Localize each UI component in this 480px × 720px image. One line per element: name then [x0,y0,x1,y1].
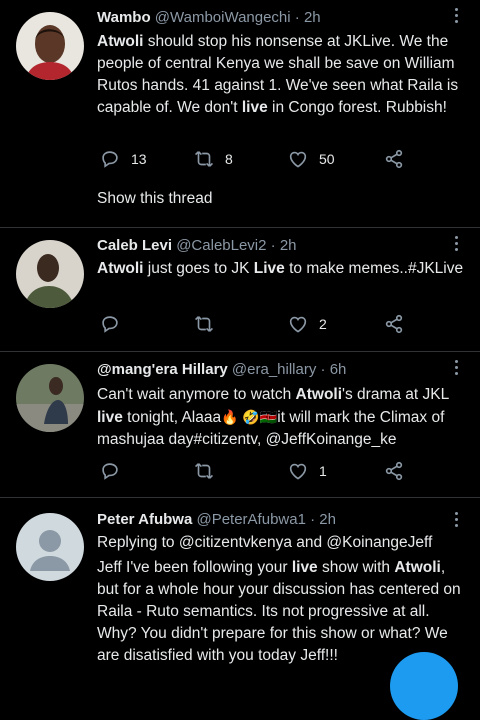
text-run: Can't wait anymore to watch [97,386,296,403]
share-button[interactable] [383,460,405,482]
like-button[interactable]: 50 [287,148,335,170]
like-icon [287,148,309,170]
text-highlight: live [291,559,318,576]
tweet[interactable]: Peter Afubwa @PeterAfubwa1 · 2h Replying… [0,498,480,669]
share-button[interactable] [383,148,405,170]
compose-tweet-button[interactable] [390,652,458,720]
timestamp[interactable]: · 2h [271,237,297,254]
retweet-button[interactable] [193,460,225,482]
emoji: 🔥 🤣🇰🇪 [221,409,278,425]
retweet-button[interactable]: 8 [193,148,233,170]
author-handle[interactable]: @era_hillary [232,361,316,378]
like-count: 1 [319,463,327,479]
reply-icon [99,148,121,170]
tweet-header: Wambo @WamboiWangechi · 2h [97,9,321,27]
tweet-text: Jeff I've been following your live show … [97,557,469,667]
more-icon[interactable] [454,236,460,254]
replying-to[interactable]: Replying to @citizentvkenya and @Koinang… [97,532,469,554]
text-highlight: Atwoli [394,559,441,576]
text-highlight: Atwoli [295,386,343,403]
retweet-button[interactable] [193,313,225,335]
reply-button[interactable] [99,313,131,335]
tweet-header: Caleb Levi @CalebLevi2 · 2h [97,237,297,255]
like-button[interactable]: 2 [287,313,327,335]
avatar[interactable] [16,12,84,80]
like-count: 2 [319,316,327,332]
author-name[interactable]: Caleb Levi [97,237,172,254]
timestamp[interactable]: · 6h [321,361,347,378]
share-icon [383,148,405,170]
more-icon[interactable] [454,8,460,26]
text-run: tonight, Alaaa [122,409,222,426]
text-run: in Congo forest. Rubbish! [267,99,447,116]
tweet[interactable]: Caleb Levi @CalebLevi2 · 2h Atwoli just … [0,228,480,352]
avatar-image [16,240,84,308]
author-handle[interactable]: @WamboiWangechi [155,9,291,26]
text-run: 's drama at JKL [342,386,449,403]
text-run: to make memes..#JKLive [284,260,464,277]
tweet-text: Atwoli should stop his nonsense at JKLiv… [97,31,469,119]
reply-icon [99,313,121,335]
timestamp[interactable]: · 2h [295,9,321,26]
share-button[interactable] [383,313,405,335]
tweet-text: Atwoli just goes to JK Live to make meme… [97,258,469,280]
author-name[interactable]: Wambo [97,9,151,26]
like-button[interactable]: 1 [287,460,327,482]
tweet[interactable]: @mang'era Hillary @era_hillary · 6h Can'… [0,352,480,498]
like-icon [287,460,309,482]
avatar[interactable] [16,513,84,581]
retweet-icon [193,460,215,482]
show-thread-link[interactable]: Show this thread [97,190,212,208]
text-run: show with [317,559,395,576]
tweet-actions: 2 [97,313,417,335]
tweet-actions: 1 [97,460,417,482]
tweet-header: Peter Afubwa @PeterAfubwa1 · 2h [97,511,336,529]
author-name[interactable]: @mang'era Hillary [97,361,228,378]
share-icon [383,313,405,335]
tweet-header: @mang'era Hillary @era_hillary · 6h [97,361,346,379]
text-highlight: Atwoli [97,260,144,277]
author-name[interactable]: Peter Afubwa [97,511,192,528]
retweet-count: 8 [225,151,233,167]
tweet-text: Can't wait anymore to watch Atwoli's dra… [97,384,469,451]
default-avatar-icon [16,513,84,581]
avatar-image [16,364,84,432]
text-highlight: live [97,409,123,426]
tweet-actions: 13 8 50 [97,148,417,170]
reply-button[interactable] [99,460,131,482]
share-icon [383,460,405,482]
tweet[interactable]: Wambo @WamboiWangechi · 2h Atwoli should… [0,0,480,228]
author-handle[interactable]: @CalebLevi2 [176,237,266,254]
text-highlight: live [241,99,268,116]
avatar[interactable] [16,364,84,432]
timestamp[interactable]: · 2h [310,511,336,528]
like-icon [287,313,309,335]
text-highlight: Live [253,260,285,277]
reply-count: 13 [131,151,147,167]
text-run: Jeff I've been following your [97,559,292,576]
avatar-image [16,12,84,80]
more-icon[interactable] [454,360,460,378]
avatar[interactable] [16,240,84,308]
retweet-icon [193,148,215,170]
text-highlight: Atwoli [97,33,144,50]
author-handle[interactable]: @PeterAfubwa1 [196,511,305,528]
retweet-icon [193,313,215,335]
reply-icon [99,460,121,482]
reply-button[interactable]: 13 [99,148,147,170]
text-run: just goes to JK [143,260,254,277]
like-count: 50 [319,151,335,167]
more-icon[interactable] [454,512,460,530]
